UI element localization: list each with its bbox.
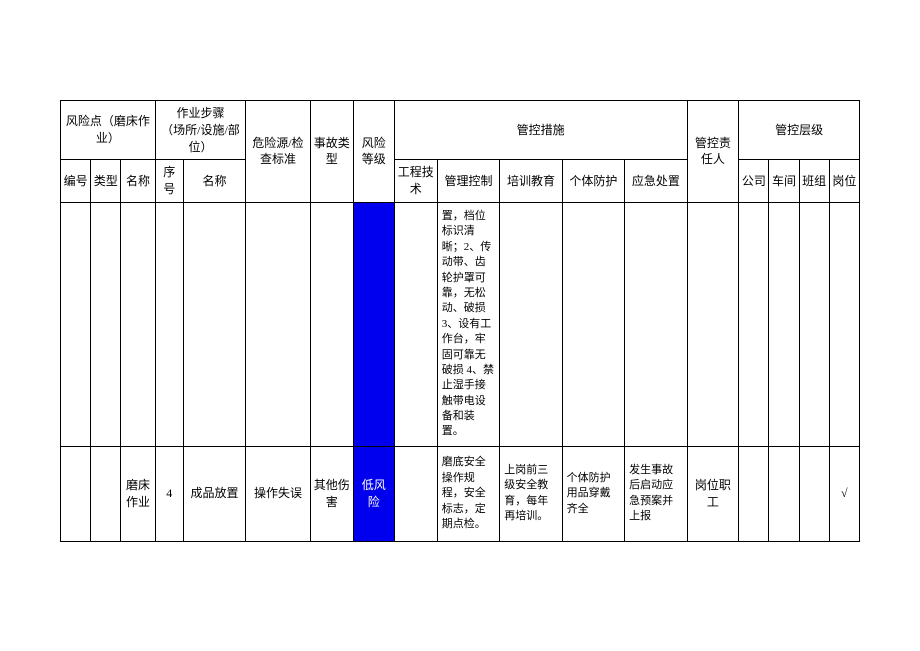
cell-no <box>61 446 91 541</box>
header-row-1: 风险点（磨床作业） 作业步骤 （场所/设施/部位） 危险源/检查标准 事故类型 … <box>61 101 860 160</box>
cell-management: 置，档位标识清晰；2、传动带、齿轮护罩可靠，无松动、破损 3、设有工作台，牢固可… <box>437 202 499 446</box>
cell-company <box>739 202 769 446</box>
header-risk-point: 风险点（磨床作业） <box>61 101 156 160</box>
cell-step-name <box>183 202 245 446</box>
risk-assessment-table: 风险点（磨床作业） 作业步骤 （场所/设施/部位） 危险源/检查标准 事故类型 … <box>60 100 860 542</box>
table-row: 置，档位标识清晰；2、传动带、齿轮护罩可靠，无松动、破损 3、设有工作台，牢固可… <box>61 202 860 446</box>
cell-emergency <box>625 202 687 446</box>
cell-team <box>799 446 829 541</box>
cell-engineering <box>394 446 437 541</box>
cell-ppe: 个体防护用品穿戴齐全 <box>562 446 624 541</box>
header-emergency: 应急处置 <box>625 160 687 203</box>
cell-emergency: 发生事故后启动应急预案并上报 <box>625 446 687 541</box>
cell-seq <box>155 202 183 446</box>
cell-training <box>500 202 562 446</box>
header-training: 培训教育 <box>500 160 562 203</box>
cell-name: 磨床作业 <box>121 446 155 541</box>
cell-team <box>799 202 829 446</box>
header-risk-level: 风险等级 <box>353 101 394 203</box>
header-control-measures: 管控措施 <box>394 101 687 160</box>
header-hazard: 危险源/检查标准 <box>246 101 311 203</box>
cell-name <box>121 202 155 446</box>
header-accident-type: 事故类型 <box>310 101 353 203</box>
cell-management: 磨底安全操作规程，安全标志，定期点检。 <box>437 446 499 541</box>
cell-step-name: 成品放置 <box>183 446 245 541</box>
header-name: 名称 <box>121 160 155 203</box>
header-type: 类型 <box>91 160 121 203</box>
header-step-name: 名称 <box>183 160 245 203</box>
cell-ppe <box>562 202 624 446</box>
table-row: 磨床作业 4 成品放置 操作失误 其他伤害 低风险 磨底安全操作规程，安全标志，… <box>61 446 860 541</box>
cell-accident-type: 其他伤害 <box>310 446 353 541</box>
cell-workshop <box>769 202 799 446</box>
cell-risk-level: 低风险 <box>353 446 394 541</box>
header-step-group: 作业步骤 （场所/设施/部位） <box>155 101 245 160</box>
header-ppe: 个体防护 <box>562 160 624 203</box>
header-company: 公司 <box>739 160 769 203</box>
header-no: 编号 <box>61 160 91 203</box>
cell-no <box>61 202 91 446</box>
cell-company <box>739 446 769 541</box>
header-engineering: 工程技术 <box>394 160 437 203</box>
cell-post <box>829 202 859 446</box>
cell-workshop <box>769 446 799 541</box>
cell-responsible <box>687 202 739 446</box>
header-responsible: 管控责任人 <box>687 101 739 203</box>
cell-accident-type <box>310 202 353 446</box>
header-workshop: 车间 <box>769 160 799 203</box>
cell-responsible: 岗位职工 <box>687 446 739 541</box>
cell-training: 上岗前三级安全教育，每年再培训。 <box>500 446 562 541</box>
header-management: 管理控制 <box>437 160 499 203</box>
header-row-2: 编号 类型 名称 序号 名称 工程技术 管理控制 培训教育 个体防护 应急处置 … <box>61 160 860 203</box>
cell-seq: 4 <box>155 446 183 541</box>
cell-engineering <box>394 202 437 446</box>
cell-risk-level <box>353 202 394 446</box>
cell-type <box>91 202 121 446</box>
header-seq: 序号 <box>155 160 183 203</box>
cell-hazard: 操作失误 <box>246 446 311 541</box>
cell-type <box>91 446 121 541</box>
header-post: 岗位 <box>829 160 859 203</box>
cell-post: √ <box>829 446 859 541</box>
header-team: 班组 <box>799 160 829 203</box>
header-control-level: 管控层级 <box>739 101 860 160</box>
cell-hazard <box>246 202 311 446</box>
